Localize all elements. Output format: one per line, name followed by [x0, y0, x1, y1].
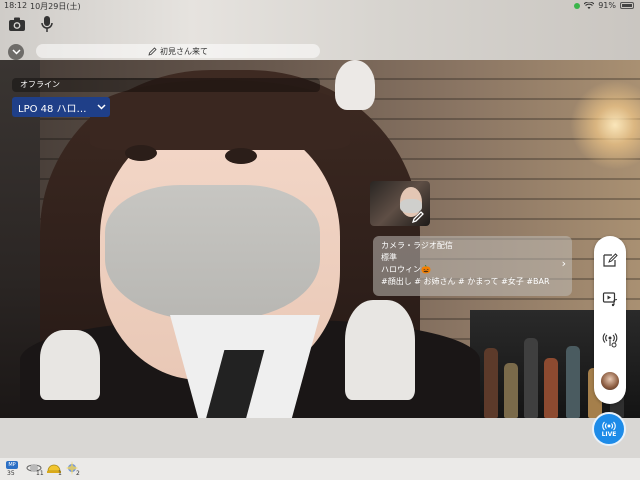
pencil-icon [148, 46, 157, 56]
person-eye-left [125, 145, 157, 161]
person-mask [105, 185, 320, 320]
broadcast-title: ハロウィン🎃 [381, 265, 431, 274]
broadcast-info-card[interactable]: カメラ・ラジオ配信 標準 ハロウィン🎃 #顔出し # お姉さん # かまって #… [373, 236, 572, 296]
camera-active-indicator-icon [574, 2, 581, 9]
dock-item-helmet[interactable]: 1 [46, 460, 66, 478]
chevron-down-icon [11, 49, 21, 55]
chevron-down-icon [97, 104, 106, 110]
note-edit-icon[interactable] [602, 252, 618, 268]
person-eye-right [225, 148, 257, 164]
bottle [504, 363, 518, 418]
broadcast-type: カメラ・ラジオ配信 [381, 241, 453, 250]
camera-icon[interactable] [8, 16, 26, 32]
memo-bar[interactable]: 初見さん来て [36, 44, 320, 58]
person-apron-right [345, 300, 415, 400]
avatar[interactable] [601, 372, 619, 390]
edit-thumbnail-icon[interactable] [411, 210, 425, 224]
person-apron-left [40, 330, 100, 400]
broadcast-settings-icon[interactable] [602, 332, 618, 348]
broadcast-status-label: オフライン [12, 78, 320, 92]
person-headband [335, 60, 375, 110]
collapse-button[interactable] [8, 44, 24, 60]
status-bar: 18:12 10月29日(土) 91% [0, 0, 640, 12]
event-select-dropdown[interactable]: LPO 48 ハロ… [12, 97, 110, 117]
dock-item-sparkle[interactable]: 2 [64, 460, 84, 478]
event-select-value: LPO 48 ハロ… [18, 103, 87, 115]
battery-percent: 91% [598, 1, 616, 10]
broadcast-quality: 標準 [381, 253, 397, 262]
dock-item-mp[interactable]: MP 35 [4, 460, 20, 478]
side-tool-panel [594, 236, 626, 404]
microphone-icon[interactable] [40, 15, 54, 33]
live-button-label: LIVE [601, 430, 617, 438]
status-right: 91% [574, 1, 634, 10]
bottle [544, 358, 558, 418]
status-date: 10月29日(土) [30, 2, 81, 11]
bottom-dock: MP 35 11 1 2 [0, 458, 640, 480]
status-time: 18:12 [4, 1, 28, 10]
dock-count: 1 [58, 470, 62, 477]
dock-item-star[interactable]: 11 [26, 460, 46, 478]
battery-icon [620, 2, 634, 9]
live-broadcast-icon [602, 421, 616, 430]
memo-text: 初見さん来て [160, 46, 208, 56]
live-button[interactable]: LIVE [592, 412, 626, 446]
bottle [524, 338, 538, 418]
chevron-right-icon: › [561, 257, 566, 270]
dock-count: 2 [76, 470, 80, 477]
media-play-icon[interactable] [602, 291, 618, 307]
bottle [484, 348, 498, 418]
bottle [566, 346, 580, 418]
dock-count: 35 [7, 470, 15, 477]
dock-count: 11 [36, 470, 44, 477]
wifi-icon [584, 1, 595, 9]
mp-badge: MP [6, 461, 18, 469]
broadcast-tags: #顔出し # お姉さん # かまって #女子 #BAR [381, 277, 550, 286]
